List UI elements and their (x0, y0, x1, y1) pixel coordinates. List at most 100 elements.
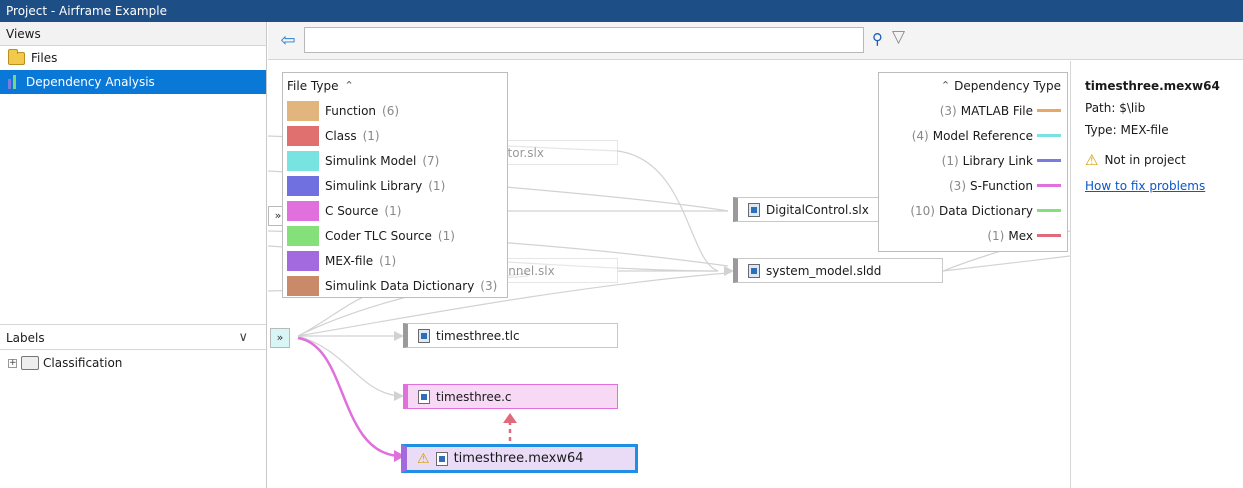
dependency-type-count: (10) (910, 203, 935, 218)
node-label: timesthree.tlc (436, 328, 520, 343)
search-input[interactable] (304, 27, 864, 53)
file-type-item[interactable]: Function (6) (283, 98, 507, 123)
dependency-type-label: S-Function (970, 178, 1033, 193)
dependency-type-item[interactable]: (10) Data Dictionary (879, 198, 1067, 223)
chevron-down-icon[interactable]: ∨ (238, 325, 248, 351)
dependency-type-item[interactable]: (3) S-Function (879, 173, 1067, 198)
warning-icon: ⚠ (417, 450, 430, 467)
file-type-item[interactable]: Coder TLC Source (1) (283, 223, 507, 248)
file-type-count: (1) (384, 203, 402, 218)
color-swatch (287, 225, 319, 246)
file-type-item[interactable]: Class (1) (283, 123, 507, 148)
type-label: Type: (1085, 123, 1117, 137)
file-type-count: (6) (382, 103, 400, 118)
dependency-type-legend: ⌃ Dependency Type (3) MATLAB File (4) Model… (878, 72, 1068, 252)
dependency-type-count: (3) (939, 103, 957, 118)
dependency-type-count: (3) (949, 178, 966, 193)
dependency-type-item[interactable]: (3) MATLAB File (879, 98, 1067, 123)
dependency-type-legend-header[interactable]: ⌃ Dependency Type (879, 73, 1067, 98)
path-row: Path: $\lib (1085, 101, 1229, 115)
expand-collapse-icon[interactable]: » (270, 328, 290, 348)
file-type-label: Class (325, 128, 357, 143)
filter-icon[interactable]: ▽ (892, 27, 905, 47)
type-row: Type: MEX-file (1085, 123, 1229, 137)
file-type-label: Simulink Library (325, 178, 423, 193)
color-swatch (287, 125, 319, 146)
color-swatch (287, 250, 319, 271)
file-type-item[interactable]: Simulink Library (1) (283, 173, 507, 198)
file-type-item[interactable]: Simulink Data Dictionary (3) (283, 273, 507, 298)
file-type-item[interactable]: C Source (1) (283, 198, 507, 223)
expand-icon[interactable]: + (8, 358, 17, 368)
file-type-legend: File Type ⌃ Function (6) Class (1) Simulink … (282, 72, 508, 298)
dependency-line-swatch (1037, 209, 1061, 212)
dependency-type-item[interactable]: (1) Library Link (879, 148, 1067, 173)
dependency-type-label: MATLAB File (960, 103, 1033, 118)
file-type-label: MEX-file (325, 253, 374, 268)
dependency-type-label: Model Reference (932, 128, 1033, 143)
dependency-type-count: (1) (987, 228, 1005, 243)
labels-header-label: Labels (6, 331, 45, 345)
color-swatch (287, 200, 319, 221)
dependency-type-count: (4) (911, 128, 929, 143)
legend-title: File Type (287, 78, 339, 93)
fix-problems-link[interactable]: How to fix problems (1085, 179, 1229, 193)
color-swatch (287, 275, 319, 296)
data-dictionary-icon (748, 263, 760, 278)
path-label: Path: (1085, 101, 1116, 115)
file-type-item[interactable]: MEX-file (1) (283, 248, 507, 273)
file-type-count: (1) (362, 128, 380, 143)
node-label: DigitalControl.slx (766, 202, 869, 217)
node-label: timesthree.c (436, 389, 512, 404)
file-type-label: Function (325, 103, 377, 118)
dependency-line-swatch (1037, 234, 1061, 237)
file-type-label: Simulink Data Dictionary (325, 278, 475, 293)
color-swatch (287, 150, 319, 171)
model-file-icon (748, 202, 760, 217)
left-panel: Views Files Dependency Analysis Labels ∨… (0, 22, 267, 488)
file-type-count: (1) (437, 228, 455, 243)
warning-text: Not in project (1104, 153, 1186, 167)
dependency-type-item[interactable]: (4) Model Reference (879, 123, 1067, 148)
window-title: Project - Airframe Example (0, 0, 1243, 22)
graph-node-selected[interactable]: ⚠ timesthree.mexw64 (401, 444, 638, 473)
view-item-files[interactable]: Files (0, 46, 266, 70)
path-value: $\lib (1119, 101, 1146, 115)
dependency-type-item[interactable]: (1) Mex (879, 223, 1067, 248)
color-swatch (287, 100, 319, 121)
dependency-type-label: Library Link (962, 153, 1033, 168)
folder-icon (8, 48, 25, 65)
views-header: Views (0, 22, 266, 46)
label-item-classification[interactable]: + Classification (8, 352, 122, 374)
dependency-graph[interactable]: LinearActuator.slx vertical_channel.slx … (268, 61, 1070, 488)
view-item-dependency-analysis[interactable]: Dependency Analysis (0, 70, 266, 94)
graph-node[interactable]: timesthree.tlc (403, 323, 618, 348)
graph-node[interactable]: system_model.sldd (733, 258, 943, 283)
collapse-icon[interactable]: ⌃ (344, 79, 353, 92)
collapse-icon[interactable]: ⌃ (941, 79, 950, 92)
file-type-item[interactable]: Simulink Model (7) (283, 148, 507, 173)
dependency-type-label: Mex (1008, 228, 1033, 243)
graph-node[interactable]: timesthree.c (403, 384, 618, 409)
warning-icon: ⚠ (1085, 151, 1099, 169)
dependency-line-swatch (1037, 109, 1061, 112)
file-type-count: (1) (379, 253, 397, 268)
file-type-count: (1) (428, 178, 446, 193)
labels-header[interactable]: Labels ∨ (0, 324, 266, 350)
file-icon (418, 328, 430, 343)
dependency-line-swatch (1037, 159, 1061, 162)
file-type-legend-header[interactable]: File Type ⌃ (283, 73, 507, 98)
legend-title: Dependency Type (954, 78, 1061, 93)
dependency-line-swatch (1037, 184, 1061, 187)
search-icon[interactable]: ⚲ (872, 30, 883, 48)
file-type-label: Coder TLC Source (325, 228, 432, 243)
dependency-type-count: (1) (941, 153, 959, 168)
file-type-label: Simulink Model (325, 153, 417, 168)
color-swatch (287, 175, 319, 196)
warning-row: ⚠ Not in project (1085, 151, 1229, 169)
properties-panel: timesthree.mexw64 Path: $\lib Type: MEX-… (1070, 61, 1243, 488)
dependency-line-swatch (1037, 134, 1061, 137)
file-type-label: C Source (325, 203, 379, 218)
back-arrow-icon[interactable]: ⇦ (276, 29, 300, 51)
type-value: MEX-file (1120, 123, 1169, 137)
